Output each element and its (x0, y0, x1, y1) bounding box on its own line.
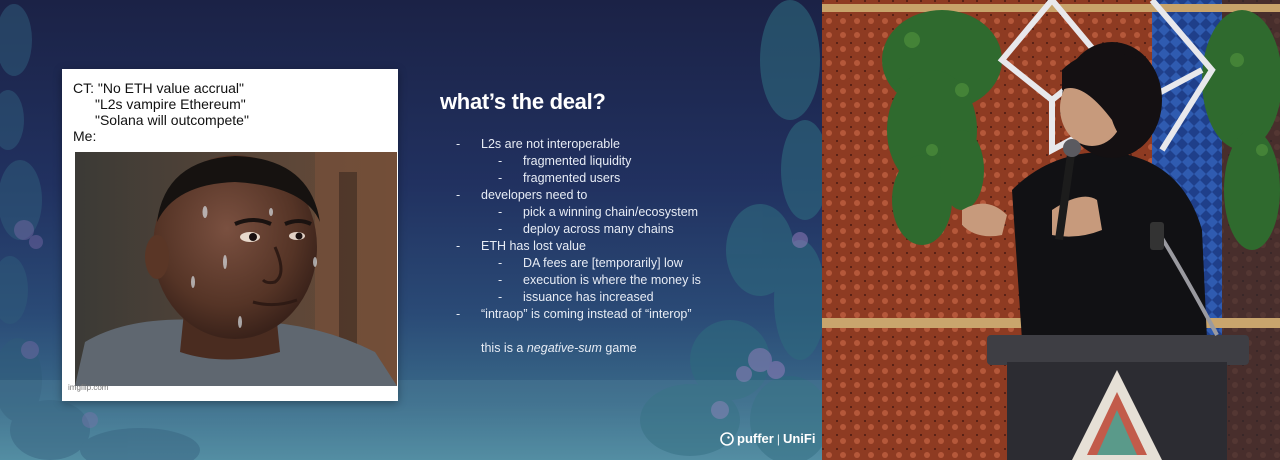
sub-bullet-item: - execution is where the money is (498, 273, 701, 287)
meme-line: CT: "No ETH value accrual" (73, 80, 244, 96)
slide-title: what’s the deal? (440, 89, 606, 114)
sub-bullet-item: - issuance has increased (498, 290, 654, 304)
sub-bullet-item: - fragmented liquidity (498, 154, 632, 168)
bullet-item: - “intraop” is coming instead of “interop… (456, 307, 692, 321)
speaker-stage-photo (822, 0, 1280, 460)
presentation-slide: CT: "No ETH value accrual" "L2s vampire … (0, 0, 822, 460)
meme-card: CT: "No ETH value accrual" "L2s vampire … (62, 69, 398, 401)
bullet-item: - L2s are not interoperable (456, 137, 620, 151)
sub-bullet-item: - DA fees are [temporarily] low (498, 256, 683, 270)
conclusion-line: this is a negative-sum game (481, 341, 637, 355)
meme-line: Me: (73, 128, 97, 144)
puffer-fish-icon (720, 431, 734, 446)
bullet-item: - ETH has lost value (456, 239, 586, 253)
bullet-item: - developers need to (456, 188, 588, 202)
meme-caption: CT: "No ETH value accrual" "L2s vampire … (73, 80, 393, 144)
meme-watermark: imgflip.com (68, 383, 109, 392)
sub-bullet-item: - pick a winning chain/ecosystem (498, 205, 699, 219)
meme-line: "Solana will outcompete" (95, 112, 249, 128)
sweating-man-photo (75, 152, 397, 386)
bullet-list: - L2s are not interoperable - fragmented l… (456, 137, 796, 324)
sub-bullet-item: - deploy across many chains (498, 222, 674, 236)
meme-line: "L2s vampire Ethereum" (95, 96, 246, 112)
sub-bullet-item: - fragmented users (498, 171, 621, 185)
brand-logo: puffer | UniFi (720, 431, 815, 446)
